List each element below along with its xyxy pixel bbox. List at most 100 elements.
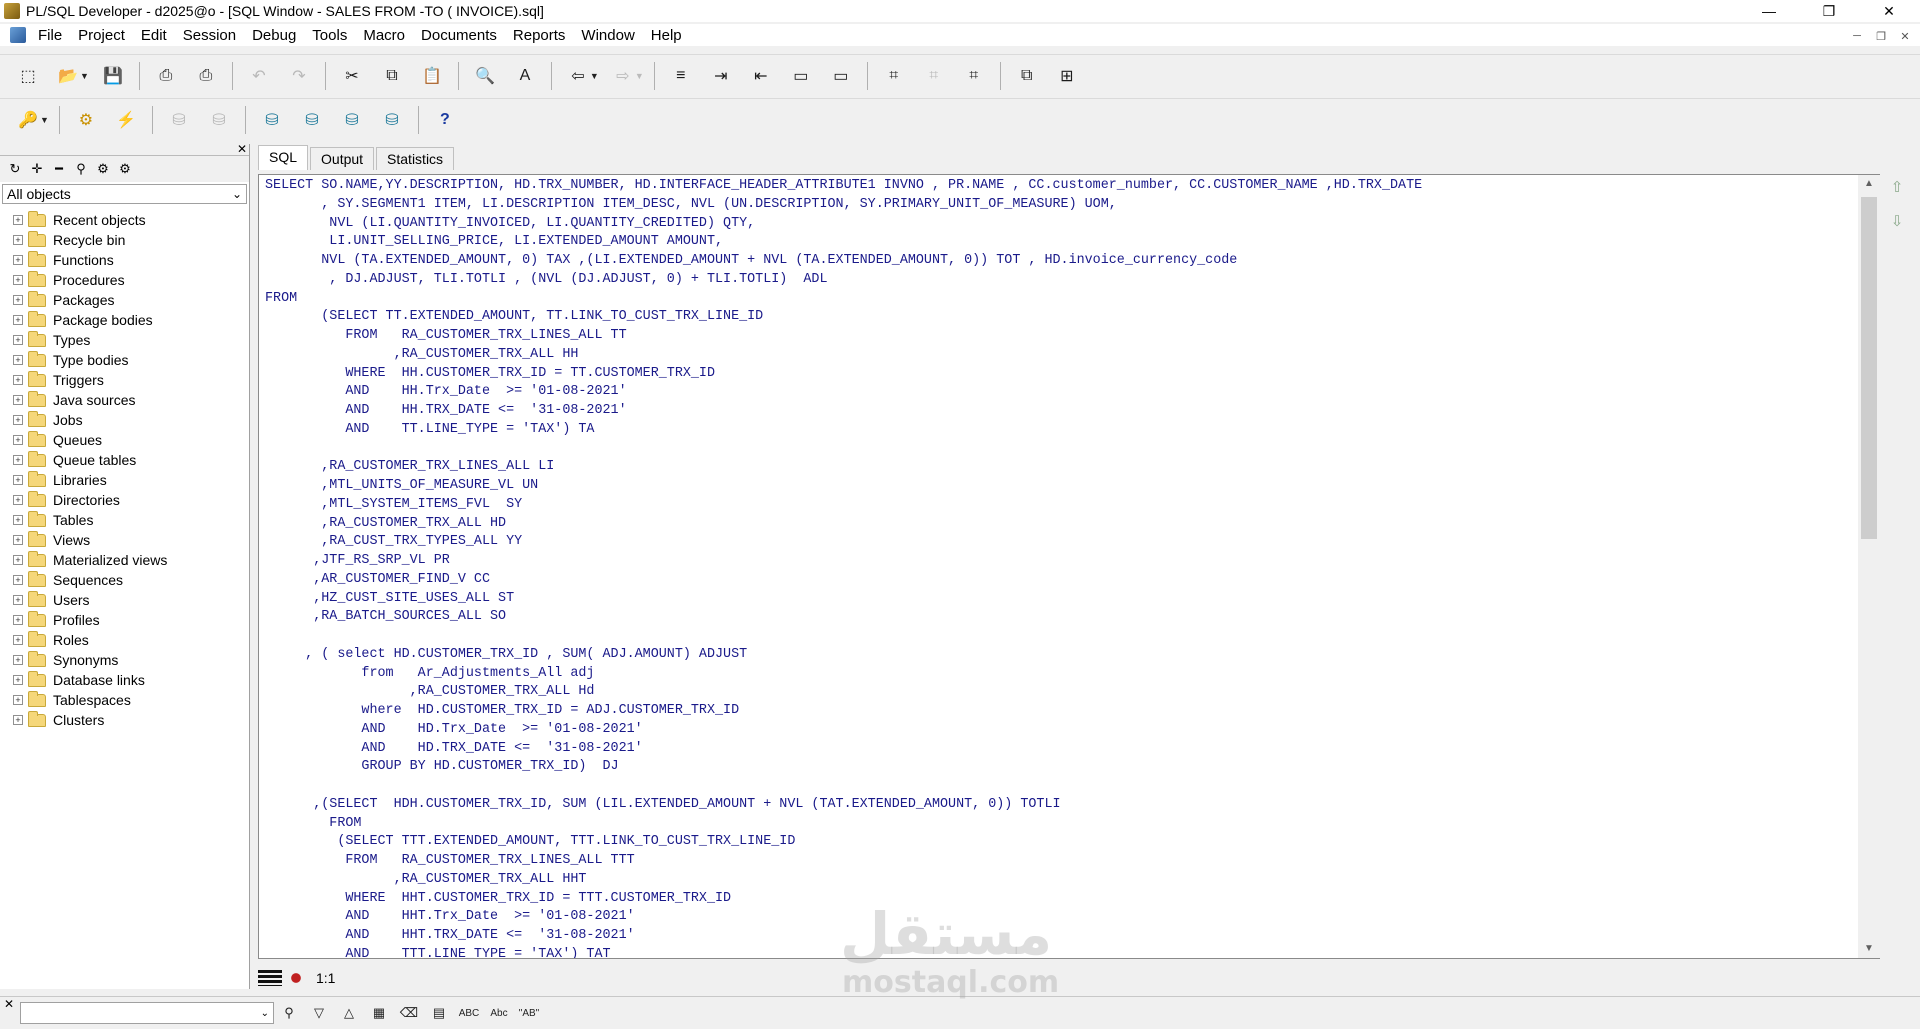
menu-file[interactable]: File: [30, 27, 70, 44]
close-icon[interactable]: ✕: [237, 142, 247, 156]
mdi-minimize-button[interactable]: ─: [1846, 28, 1868, 44]
categories-icon[interactable]: ⚙: [114, 161, 136, 177]
expand-icon[interactable]: +: [13, 335, 23, 345]
match-case-icon[interactable]: ABC: [454, 1008, 484, 1019]
expand-icon[interactable]: +: [13, 575, 23, 585]
close-button[interactable]: ✕: [1866, 0, 1912, 22]
key-icon[interactable]: 🔑: [14, 106, 42, 134]
sql-code[interactable]: SELECT SO.NAME,YY.DESCRIPTION, HD.TRX_NU…: [265, 177, 1422, 958]
expand-icon[interactable]: +: [13, 315, 23, 325]
help-icon[interactable]: ?: [431, 106, 459, 134]
tree-item-package-bodies[interactable]: + Package bodies: [0, 310, 249, 330]
tree-item-functions[interactable]: + Functions: [0, 250, 249, 270]
menu-documents[interactable]: Documents: [413, 27, 505, 44]
expand-icon[interactable]: +: [13, 635, 23, 645]
rollback-icon[interactable]: ⛁: [205, 106, 233, 134]
tile-windows-icon[interactable]: ⊞: [1053, 62, 1081, 90]
find-next-icon[interactable]: ▽: [304, 1005, 334, 1021]
arrow-up-icon[interactable]: ⇧: [1886, 178, 1908, 212]
unindent-icon[interactable]: ⇤: [747, 62, 775, 90]
editor-scrollbar[interactable]: ▲ ▼: [1858, 175, 1880, 958]
sql-editor[interactable]: SELECT SO.NAME,YY.DESCRIPTION, HD.TRX_NU…: [258, 174, 1880, 959]
menu-reports[interactable]: Reports: [505, 27, 574, 44]
replace-icon[interactable]: A: [511, 62, 539, 90]
expand-icon[interactable]: +: [13, 375, 23, 385]
tree-item-packages[interactable]: + Packages: [0, 290, 249, 310]
expand-icon[interactable]: +: [13, 455, 23, 465]
tree-item-queues[interactable]: + Queues: [0, 430, 249, 450]
cut-icon[interactable]: ✂: [338, 62, 366, 90]
find-icon[interactable]: 🔍: [471, 62, 499, 90]
tree-item-tables[interactable]: + Tables: [0, 510, 249, 530]
scroll-up-icon[interactable]: ▲: [1858, 175, 1880, 193]
tree-item-sequences[interactable]: + Sequences: [0, 570, 249, 590]
expand-icon[interactable]: +: [13, 235, 23, 245]
tree-item-clusters[interactable]: + Clusters: [0, 710, 249, 730]
expand-icon[interactable]: +: [13, 535, 23, 545]
find-previous-icon[interactable]: △: [334, 1005, 364, 1021]
expand-icon[interactable]: +: [13, 415, 23, 425]
window-list-icon[interactable]: ⧉: [1013, 62, 1041, 90]
mdi-restore-button[interactable]: ❐: [1870, 28, 1892, 44]
print-icon[interactable]: ⎙: [152, 62, 180, 90]
export-dropdown-icon[interactable]: ▼: [635, 71, 644, 81]
add-icon[interactable]: ✛: [26, 161, 48, 177]
load-icon[interactable]: ⇦: [564, 62, 592, 90]
print-preview-icon[interactable]: ⎙: [192, 62, 220, 90]
paste-icon[interactable]: 📋: [418, 62, 446, 90]
tree-item-triggers[interactable]: + Triggers: [0, 370, 249, 390]
expand-icon[interactable]: +: [13, 355, 23, 365]
mdi-close-button[interactable]: ✕: [1894, 28, 1916, 44]
tree-item-types[interactable]: + Types: [0, 330, 249, 350]
key-dropdown-icon[interactable]: ▼: [40, 115, 49, 125]
query-builder-icon[interactable]: ⌗: [920, 62, 948, 90]
menu-session[interactable]: Session: [175, 27, 244, 44]
expand-icon[interactable]: +: [13, 515, 23, 525]
menu-edit[interactable]: Edit: [133, 27, 175, 44]
format-icon[interactable]: ≡: [667, 62, 695, 90]
tree-item-recent-objects[interactable]: + Recent objects: [0, 210, 249, 230]
tree-item-libraries[interactable]: + Libraries: [0, 470, 249, 490]
undo-icon[interactable]: ↶: [245, 62, 273, 90]
tree-item-roles[interactable]: + Roles: [0, 630, 249, 650]
menu-tools[interactable]: Tools: [304, 27, 355, 44]
tree-item-procedures[interactable]: + Procedures: [0, 270, 249, 290]
expand-icon[interactable]: +: [13, 595, 23, 605]
copy-icon[interactable]: ⧉: [378, 62, 406, 90]
find-input[interactable]: ⌄: [20, 1002, 274, 1024]
indent-icon[interactable]: ⇥: [707, 62, 735, 90]
expand-icon[interactable]: +: [13, 395, 23, 405]
expand-icon[interactable]: +: [13, 275, 23, 285]
object-filter-select[interactable]: All objects ⌄: [2, 184, 247, 204]
regex-icon[interactable]: "AB": [514, 1008, 544, 1019]
expand-icon[interactable]: +: [13, 435, 23, 445]
refresh-icon[interactable]: ↻: [4, 161, 26, 177]
tree-item-jobs[interactable]: + Jobs: [0, 410, 249, 430]
arrow-down-icon[interactable]: ⇩: [1886, 212, 1908, 246]
minimize-button[interactable]: —: [1746, 0, 1792, 22]
explain-plan-icon[interactable]: ⌗: [960, 62, 988, 90]
session-icon[interactable]: ⛁: [338, 106, 366, 134]
menu-project[interactable]: Project: [70, 27, 133, 44]
tab-output[interactable]: Output: [310, 147, 375, 170]
comment-icon[interactable]: ▭: [787, 62, 815, 90]
expand-icon[interactable]: +: [13, 255, 23, 265]
save-icon[interactable]: 💾: [99, 62, 127, 90]
whole-word-icon[interactable]: Abc: [484, 1008, 514, 1019]
describe-icon[interactable]: ⌗: [880, 62, 908, 90]
eraser-icon[interactable]: ⌫: [394, 1005, 424, 1021]
expand-icon[interactable]: +: [13, 495, 23, 505]
remove-icon[interactable]: ━: [48, 161, 70, 177]
close-session-icon[interactable]: ⛁: [378, 106, 406, 134]
tree-item-views[interactable]: + Views: [0, 530, 249, 550]
open-icon[interactable]: 📂: [54, 62, 82, 90]
expand-icon[interactable]: +: [13, 615, 23, 625]
close-icon[interactable]: ✕: [4, 997, 14, 1011]
menu-help[interactable]: Help: [643, 27, 690, 44]
tree-item-java-sources[interactable]: + Java sources: [0, 390, 249, 410]
menu-window[interactable]: Window: [573, 27, 642, 44]
find-icon[interactable]: ⚲: [274, 1005, 304, 1021]
scroll-down-icon[interactable]: ▼: [1858, 940, 1880, 958]
new-session-icon[interactable]: ⛁: [258, 106, 286, 134]
menu-macro[interactable]: Macro: [355, 27, 413, 44]
